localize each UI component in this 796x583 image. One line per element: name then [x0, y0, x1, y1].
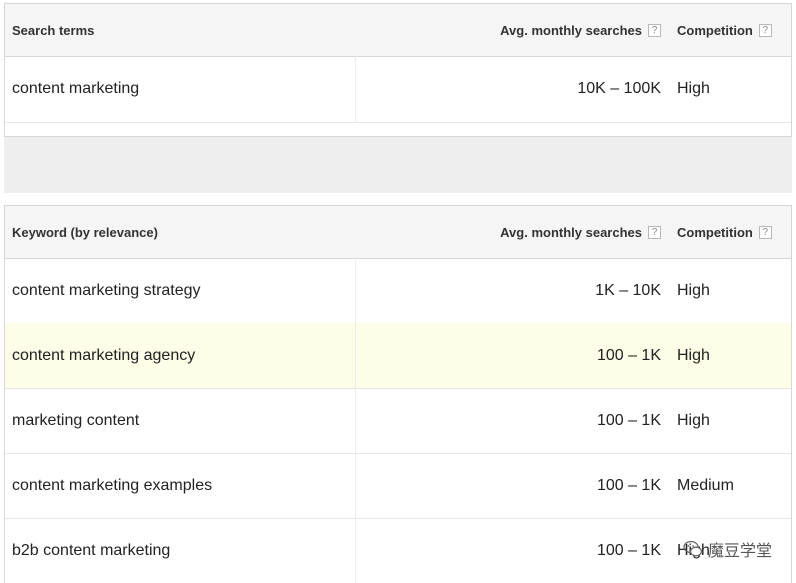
avg-searches-cell: 100 – 1K [596, 476, 661, 494]
competition-cell: High [677, 346, 710, 364]
competition-cell: Medium [677, 476, 734, 494]
watermark-text: 魔豆学堂 [707, 543, 772, 560]
avg-searches-cell: 1K – 10K [595, 281, 661, 299]
column-divider [355, 258, 356, 323]
avg-searches-cell: 100 – 1K [596, 346, 661, 364]
keyword-cell: b2b content marketing [12, 541, 171, 559]
help-icon[interactable]: ? [648, 225, 661, 239]
help-icon[interactable]: ? [648, 23, 661, 37]
competition-header[interactable]: Competition ? [677, 206, 772, 258]
search-term-cell: content marketing [12, 80, 140, 97]
search-terms-header[interactable]: Search terms [12, 4, 94, 56]
avg-monthly-searches-header[interactable]: Avg. monthly searches ? [500, 4, 661, 56]
help-icon[interactable]: ? [758, 225, 772, 239]
competition-cell: High [677, 411, 710, 429]
keyword-header-row: Keyword (by relevance) Avg. monthly sear… [5, 206, 791, 259]
watermark: 魔豆学堂 [683, 537, 772, 561]
keyword-cell: content marketing agency [12, 346, 196, 364]
table-row[interactable]: content marketing strategy 1K – 10K High [5, 258, 791, 324]
column-divider [355, 323, 356, 388]
avg-searches-cell: 100 – 1K [596, 411, 661, 429]
column-divider [355, 518, 356, 583]
table-row[interactable]: b2b content marketing 100 – 1K High [5, 518, 791, 583]
keyword-cell: marketing content [12, 411, 140, 429]
avg-monthly-searches-header[interactable]: Avg. monthly searches ? [500, 206, 661, 258]
keyword-cell: content marketing examples [12, 476, 213, 494]
avg-searches-cell: 100 – 1K [596, 541, 661, 559]
search-terms-table: Search terms Avg. monthly searches ? Com… [4, 3, 792, 137]
section-separator [4, 137, 792, 193]
competition-header[interactable]: Competition ? [677, 4, 772, 56]
column-divider [355, 453, 356, 518]
table-row[interactable]: content marketing agency 100 – 1K High [5, 323, 791, 389]
table-row[interactable]: content marketing 10K – 100K High [5, 56, 791, 123]
keyword-header[interactable]: Keyword (by relevance) [12, 206, 158, 258]
wechat-icon [683, 540, 703, 557]
competition-cell: High [677, 80, 710, 97]
avg-searches-cell: 10K – 100K [577, 80, 661, 97]
competition-cell: High [677, 281, 710, 299]
table-row[interactable]: content marketing examples 100 – 1K Medi… [5, 453, 791, 519]
column-divider [355, 56, 356, 122]
keyword-ideas-table: Keyword (by relevance) Avg. monthly sear… [4, 205, 792, 583]
search-terms-header-row: Search terms Avg. monthly searches ? Com… [5, 4, 791, 57]
help-icon[interactable]: ? [758, 23, 772, 37]
keyword-cell: content marketing strategy [12, 281, 201, 299]
table-row[interactable]: marketing content 100 – 1K High [5, 388, 791, 454]
column-divider [355, 388, 356, 453]
